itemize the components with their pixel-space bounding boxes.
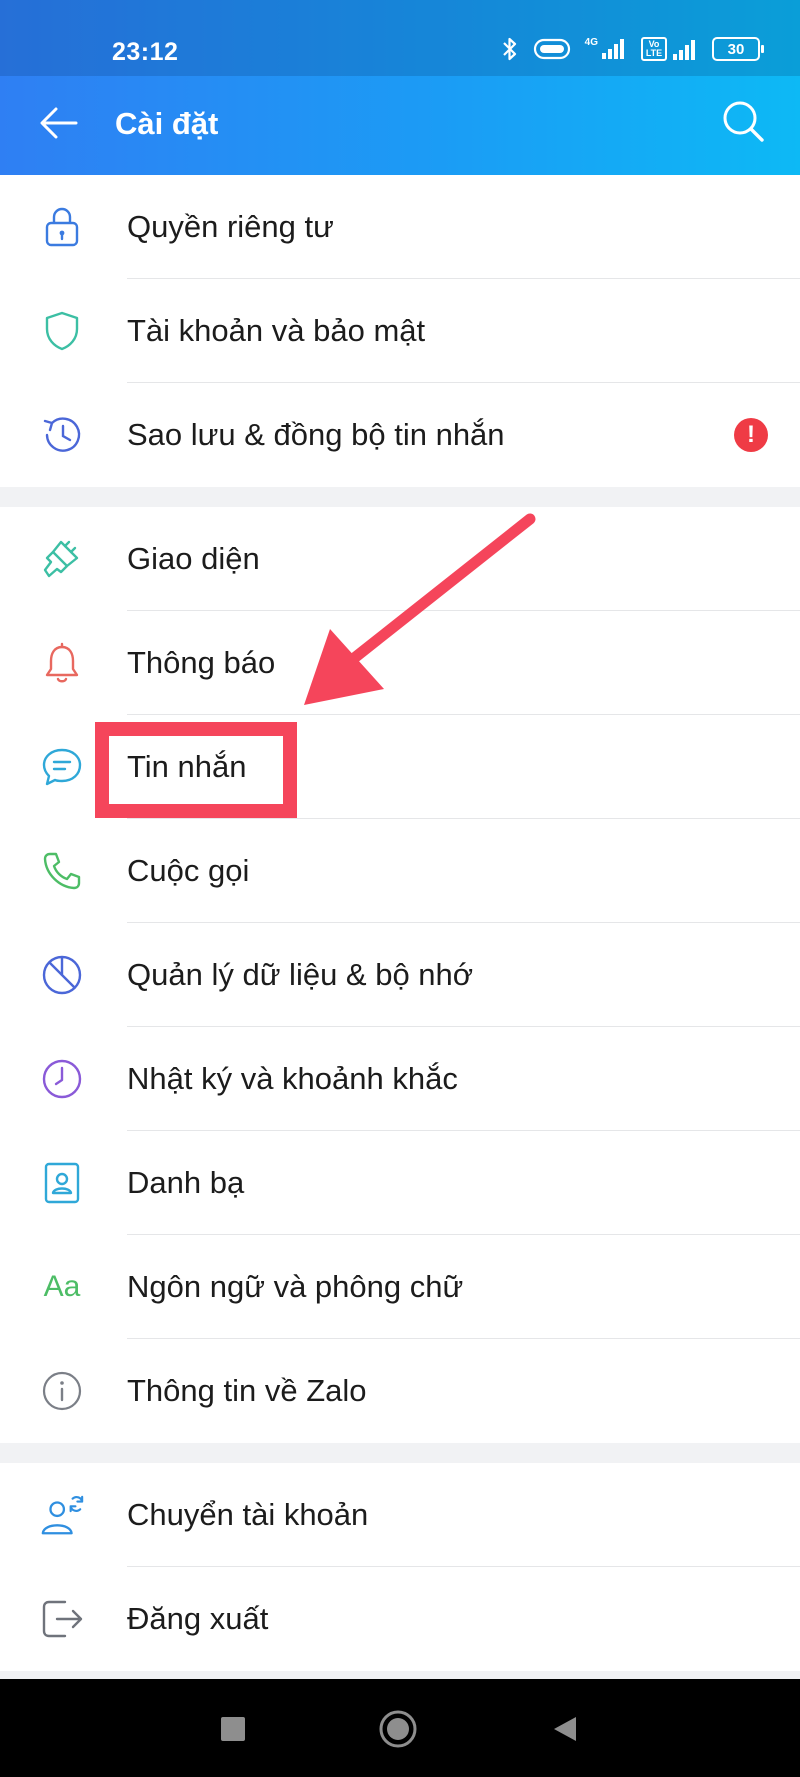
home-button[interactable] [378, 1709, 418, 1749]
phone-icon [38, 847, 86, 895]
group-separator [0, 487, 800, 507]
volte-badge: Vo LTE [641, 37, 667, 61]
alert-badge: ! [734, 418, 768, 452]
lock-icon [38, 203, 86, 251]
settings-group-app: Giao diện Thông báo Tin nhắn Cuộc gọi Qu… [0, 507, 800, 1443]
pie-chart-icon [38, 951, 86, 999]
settings-item-label: Thông báo [127, 645, 276, 680]
recents-button[interactable] [213, 1709, 253, 1749]
shield-icon [38, 307, 86, 355]
settings-item-label: Quản lý dữ liệu & bộ nhớ [127, 957, 474, 992]
settings-item-label: Quyền riêng tư [127, 209, 334, 244]
back-button[interactable] [34, 98, 84, 148]
network-label-4g: 4G [584, 37, 598, 48]
settings-item-label: Ngôn ngữ và phông chữ [127, 1269, 464, 1304]
switch-account-icon [38, 1491, 86, 1539]
settings-item-data-storage[interactable]: Quản lý dữ liệu & bộ nhớ [0, 923, 800, 1027]
settings-group-session: Chuyển tài khoản Đăng xuất [0, 1463, 800, 1671]
bell-icon [38, 639, 86, 687]
nav-back-button[interactable] [545, 1709, 585, 1749]
settings-item-privacy[interactable]: Quyền riêng tư [0, 175, 800, 279]
settings-item-label: Cuộc gọi [127, 853, 250, 888]
settings-item-logout[interactable]: Đăng xuất [0, 1567, 800, 1671]
status-icons: 4G Vo LTE 30 [501, 36, 764, 62]
search-button[interactable] [718, 96, 770, 148]
contact-card-icon [38, 1159, 86, 1207]
font-aa-icon: Aa [43, 1270, 81, 1303]
page-title: Cài đặt [115, 106, 219, 141]
search-icon [723, 101, 764, 142]
settings-item-label: Giao diện [127, 541, 260, 576]
settings-item-calls[interactable]: Cuộc gọi [0, 819, 800, 923]
arrow-left-icon [40, 107, 78, 139]
settings-item-label: Thông tin về Zalo [127, 1373, 367, 1408]
status-bar: 23:12 4G Vo LTE 30 [0, 0, 800, 76]
settings-item-label: Tài khoản và bảo mật [127, 313, 426, 348]
settings-item-label: Tin nhắn [127, 749, 247, 784]
info-icon [38, 1367, 86, 1415]
triangle-back-icon [554, 1717, 576, 1741]
group-separator [0, 1443, 800, 1463]
settings-item-appearance[interactable]: Giao diện [0, 507, 800, 611]
bluetooth-icon [502, 37, 516, 61]
signal-4g: 4G [585, 38, 627, 60]
circle-icon [379, 1710, 417, 1748]
header: Cài đặt [0, 76, 800, 175]
paint-brush-icon [38, 535, 86, 583]
settings-item-messages[interactable]: Tin nhắn [0, 715, 800, 819]
settings-item-label: Nhật ký và khoảnh khắc [127, 1061, 458, 1096]
clock-icon [38, 1055, 86, 1103]
settings-item-notifications[interactable]: Thông báo [0, 611, 800, 715]
system-nav-bar [0, 1679, 800, 1777]
settings-item-backup-sync[interactable]: Sao lưu & đồng bộ tin nhắn ! [0, 383, 800, 487]
list-end-spacer [0, 1671, 800, 1679]
settings-item-label: Danh bạ [127, 1165, 245, 1200]
status-time: 23:12 [112, 38, 179, 66]
settings-item-contacts[interactable]: Danh bạ [0, 1131, 800, 1235]
settings-item-about-zalo[interactable]: Thông tin về Zalo [0, 1339, 800, 1443]
signal-bars-icon [602, 39, 624, 59]
settings-item-language-font[interactable]: Aa Ngôn ngữ và phông chữ [0, 1235, 800, 1339]
settings-item-timeline[interactable]: Nhật ký và khoảnh khắc [0, 1027, 800, 1131]
history-icon [38, 411, 86, 459]
signal-volte: Vo LTE [641, 37, 698, 61]
square-icon [221, 1717, 245, 1741]
settings-item-switch-account[interactable]: Chuyển tài khoản [0, 1463, 800, 1567]
settings-item-label: Đăng xuất [127, 1601, 269, 1636]
top-bar: 23:12 4G Vo LTE 30 Cài đặt [0, 0, 800, 175]
settings-list: Quyền riêng tư Tài khoản và bảo mật Sao … [0, 175, 800, 1671]
settings-item-label: Chuyển tài khoản [127, 1497, 369, 1532]
chat-bubble-icon [38, 743, 86, 791]
logout-icon [38, 1595, 86, 1643]
battery-indicator: 30 [712, 37, 764, 61]
settings-item-label: Sao lưu & đồng bộ tin nhắn [127, 417, 505, 452]
pill-toggle-icon [533, 38, 570, 60]
settings-item-account-security[interactable]: Tài khoản và bảo mật [0, 279, 800, 383]
settings-group-account: Quyền riêng tư Tài khoản và bảo mật Sao … [0, 175, 800, 487]
signal-bars-icon-2 [673, 40, 695, 60]
